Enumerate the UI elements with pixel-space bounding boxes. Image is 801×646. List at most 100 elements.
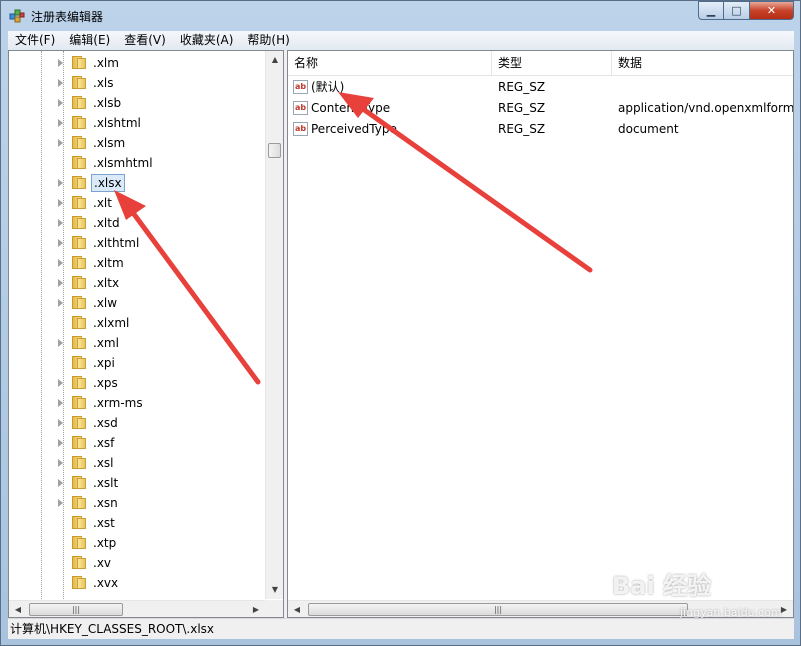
tree-item-label: .xlsx <box>91 174 125 192</box>
tree-item[interactable]: .xsf <box>9 433 265 453</box>
menu-edit[interactable]: 编辑(E) <box>62 31 117 50</box>
tree-item[interactable]: .xml <box>9 333 265 353</box>
key-tree: .xlm .xls .xlsb .xlshtml .xlsm .xlsmhtml .xlsx… <box>9 51 265 599</box>
tree-item[interactable]: .xlsb <box>9 93 265 113</box>
scroll-left-icon[interactable]: ◀ <box>9 601 27 617</box>
tree-horizontal-scrollbar[interactable]: ◀ ||| ▶ <box>9 600 265 617</box>
tree-item[interactable]: .xsn <box>9 493 265 513</box>
value-data: document <box>618 122 679 136</box>
folder-icon <box>72 436 86 449</box>
folder-icon <box>72 236 86 249</box>
scroll-right-icon[interactable]: ▶ <box>247 601 265 617</box>
tree-item[interactable]: .xtp <box>9 533 265 553</box>
title-bar[interactable]: 注册表编辑器 ▁ □ ✕ <box>1 1 800 31</box>
tree-item-label: .xlsmhtml <box>93 156 153 170</box>
column-data[interactable]: 数据 <box>612 51 793 75</box>
tree-item[interactable]: .xst <box>9 513 265 533</box>
expand-arrow-icon[interactable] <box>58 299 63 307</box>
expand-arrow-icon[interactable] <box>58 59 63 67</box>
tree-item[interactable]: .xps <box>9 373 265 393</box>
scroll-up-icon[interactable]: ▲ <box>266 51 283 68</box>
tree-vertical-scrollbar[interactable]: ▲ ▼ <box>265 51 283 599</box>
tree-vscroll-thumb[interactable] <box>268 143 281 158</box>
value-row-content-type[interactable]: ab Content Type REG_SZ application/vnd.o… <box>288 98 793 119</box>
menu-help[interactable]: 帮助(H) <box>240 31 296 50</box>
scroll-right-icon[interactable]: ▶ <box>775 601 793 617</box>
tree-item-label: .xsl <box>93 456 114 470</box>
tree-item-label: .xrm-ms <box>93 396 143 410</box>
tree-item[interactable]: .xslt <box>9 473 265 493</box>
tree-item[interactable]: .xvx <box>9 573 265 593</box>
values-hscroll-thumb[interactable]: ||| <box>308 603 688 616</box>
expand-arrow-icon[interactable] <box>58 119 63 127</box>
tree-item[interactable]: .xltx <box>9 273 265 293</box>
expand-arrow-icon[interactable] <box>58 199 63 207</box>
folder-icon <box>72 76 86 89</box>
tree-item[interactable]: .xlw <box>9 293 265 313</box>
expand-arrow-icon[interactable] <box>58 259 63 267</box>
expand-arrow-icon[interactable] <box>58 379 63 387</box>
expand-arrow-icon[interactable] <box>58 239 63 247</box>
tree-item-label: .xst <box>93 516 115 530</box>
tree-item-label: .xltd <box>93 216 120 230</box>
tree-item[interactable]: .xlsm <box>9 133 265 153</box>
tree-item[interactable]: .xsd <box>9 413 265 433</box>
expand-arrow-icon[interactable] <box>58 339 63 347</box>
tree-item-label: .xtp <box>93 536 117 550</box>
tree-item[interactable]: .xlxml <box>9 313 265 333</box>
tree-item[interactable]: .xlthtml <box>9 233 265 253</box>
value-type: REG_SZ <box>498 101 546 115</box>
minimize-button[interactable]: ▁ <box>698 1 724 20</box>
tree-item[interactable]: .xltm <box>9 253 265 273</box>
expand-arrow-icon[interactable] <box>58 439 63 447</box>
expand-arrow-icon[interactable] <box>58 79 63 87</box>
expand-arrow-icon[interactable] <box>58 179 63 187</box>
expand-arrow-icon[interactable] <box>58 479 63 487</box>
tree-hscroll-thumb[interactable]: ||| <box>29 603 123 616</box>
tree-item[interactable]: .xlt <box>9 193 265 213</box>
expand-arrow-icon[interactable] <box>58 459 63 467</box>
window-title: 注册表编辑器 <box>31 10 104 24</box>
value-row-perceived-type[interactable]: ab PerceivedType REG_SZ document <box>288 119 793 140</box>
expand-arrow-icon[interactable] <box>58 139 63 147</box>
maximize-button[interactable]: □ <box>724 1 750 20</box>
scroll-left-icon[interactable]: ◀ <box>288 601 306 617</box>
column-type[interactable]: 类型 <box>492 51 612 75</box>
tree-item[interactable]: .xlsx <box>9 173 265 193</box>
tree-item[interactable]: .xlshtml <box>9 113 265 133</box>
tree-item[interactable]: .xlm <box>9 53 265 73</box>
tree-item-label: .xltm <box>93 256 124 270</box>
tree-item-label: .xps <box>93 376 118 390</box>
tree-item-label: .xml <box>93 336 119 350</box>
tree-item[interactable]: .xrm-ms <box>9 393 265 413</box>
close-button[interactable]: ✕ <box>750 1 794 20</box>
value-row-default[interactable]: ab (默认) REG_SZ <box>288 77 793 98</box>
tree-item[interactable]: .xltd <box>9 213 265 233</box>
value-data: application/vnd.openxmlformats <box>618 101 793 115</box>
expand-arrow-icon[interactable] <box>58 99 63 107</box>
tree-item-label: .xslt <box>93 476 119 490</box>
client-area: .xlm .xls .xlsb .xlshtml .xlsm .xlsmhtml .xlsx… <box>8 50 794 618</box>
menu-favorites[interactable]: 收藏夹(A) <box>173 31 241 50</box>
values-horizontal-scrollbar[interactable]: ◀ ||| ▶ <box>288 600 793 617</box>
menu-bar: 文件(F) 编辑(E) 查看(V) 收藏夹(A) 帮助(H) <box>8 31 794 50</box>
menu-view[interactable]: 查看(V) <box>117 31 173 50</box>
expand-arrow-icon[interactable] <box>58 419 63 427</box>
menu-file[interactable]: 文件(F) <box>8 31 62 50</box>
tree-item[interactable]: .xls <box>9 73 265 93</box>
scroll-down-icon[interactable]: ▼ <box>266 581 283 598</box>
tree-item-label: .xlt <box>93 196 112 210</box>
expand-arrow-icon[interactable] <box>58 279 63 287</box>
tree-item[interactable]: .xsl <box>9 453 265 473</box>
column-name[interactable]: 名称 <box>288 51 492 75</box>
expand-arrow-icon[interactable] <box>58 399 63 407</box>
tree-item[interactable]: .xlsmhtml <box>9 153 265 173</box>
expand-arrow-icon[interactable] <box>58 499 63 507</box>
tree-item[interactable]: .xpi <box>9 353 265 373</box>
tree-item[interactable]: .xv <box>9 553 265 573</box>
expand-arrow-icon[interactable] <box>58 219 63 227</box>
folder-icon <box>72 496 86 509</box>
values-pane: 名称 类型 数据 ab (默认) REG_SZ ab Content Type … <box>287 50 794 618</box>
tree-item-label: .xpi <box>93 356 115 370</box>
tree-item-label: .xv <box>93 556 112 570</box>
